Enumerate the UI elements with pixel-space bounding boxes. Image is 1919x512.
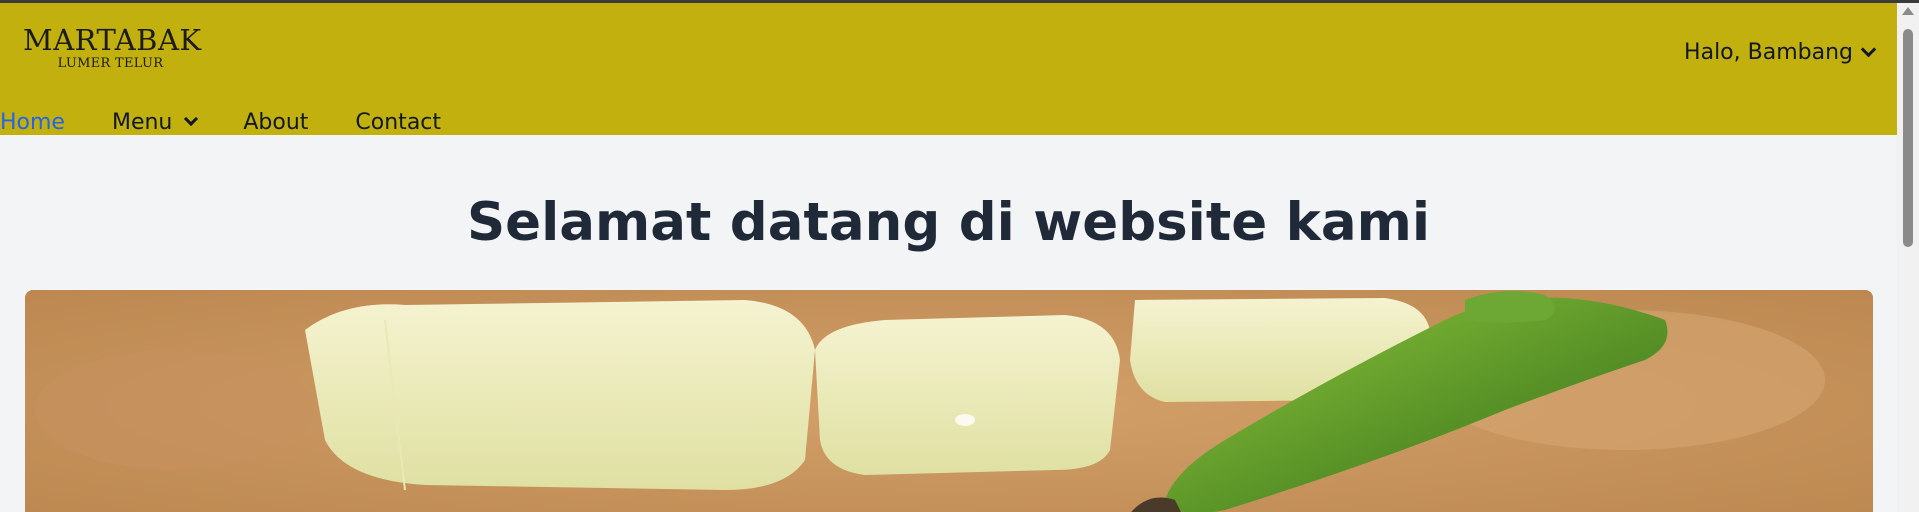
user-greeting: Halo, Bambang	[1684, 40, 1853, 65]
hero-image	[25, 290, 1873, 512]
hero-food-illustration	[25, 290, 1873, 512]
nav-item-menu[interactable]: Menu	[111, 109, 199, 135]
nav-item-label: Contact	[355, 109, 442, 135]
user-menu[interactable]: Halo, Bambang	[1684, 40, 1877, 65]
nav-item-home[interactable]: Home	[0, 110, 65, 135]
nav-item-label: Menu	[111, 109, 173, 135]
logo-subtitle: LUMER TELUR	[57, 56, 164, 71]
page-title: Selamat datang di website kami	[466, 192, 1430, 253]
nav-item-about[interactable]: About	[243, 110, 308, 135]
onion-chunk	[305, 300, 815, 490]
logo-title: MARTABAK	[23, 23, 202, 57]
site-header: MARTABAK LUMER TELUR Halo, Bambang Home …	[0, 3, 1897, 135]
page-scrollbar[interactable]	[1897, 3, 1919, 512]
scrollbar-thumb[interactable]	[1903, 29, 1913, 247]
nav-item-contact[interactable]: Contact	[355, 110, 441, 135]
onion-chunk	[815, 315, 1120, 475]
site-logo[interactable]: MARTABAK LUMER TELUR	[23, 23, 202, 83]
chevron-down-icon	[184, 111, 199, 127]
chevron-down-icon	[1860, 41, 1877, 58]
scroll-up-arrow-icon[interactable]	[1902, 7, 1914, 15]
main-nav: Home Menu About Contact	[0, 107, 488, 137]
nav-item-label: About	[243, 109, 309, 135]
nav-item-label: Home	[0, 109, 65, 135]
